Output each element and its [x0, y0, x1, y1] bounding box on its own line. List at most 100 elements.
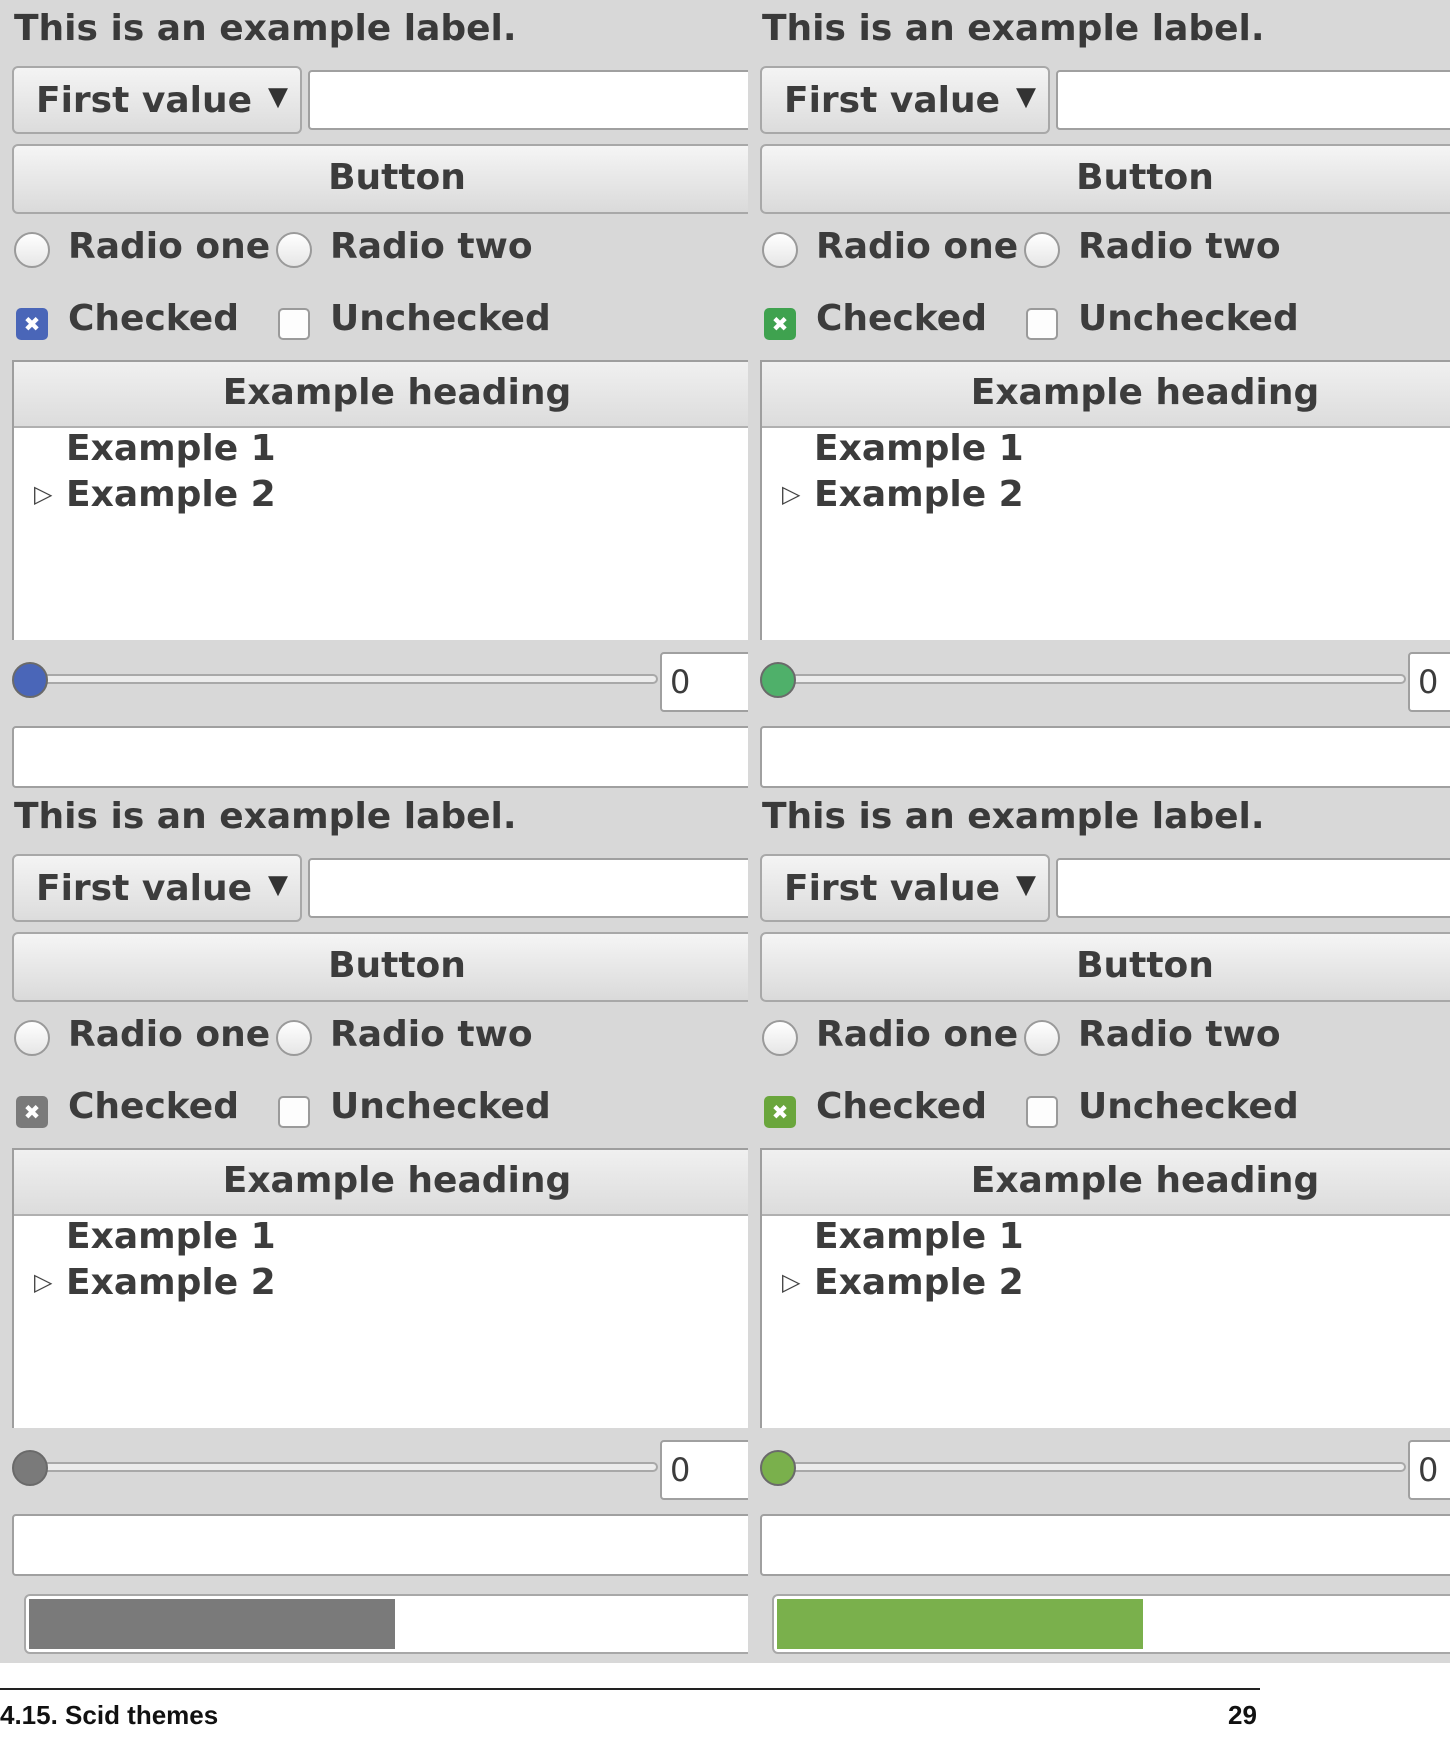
- example-button[interactable]: Button: [760, 932, 1450, 1002]
- text-entry[interactable]: [1056, 70, 1450, 130]
- radio-circle-icon: [762, 232, 798, 268]
- unchecked-label: Unchecked: [1078, 298, 1299, 339]
- combobox-value: First value: [36, 868, 252, 909]
- scale-track[interactable]: [30, 1462, 658, 1472]
- scale-track[interactable]: [778, 1462, 1406, 1472]
- scale-handle[interactable]: [760, 662, 796, 698]
- tree-item[interactable]: Example 1: [66, 1216, 276, 1257]
- example-button[interactable]: Button: [12, 932, 782, 1002]
- dropdown-arrow-icon: ▼: [268, 82, 288, 112]
- scale-handle[interactable]: [760, 1450, 796, 1486]
- expander-triangle-icon[interactable]: ▷: [34, 480, 52, 508]
- unchecked-label: Unchecked: [330, 1086, 551, 1127]
- checkbox-checked-icon: ✖: [764, 308, 796, 340]
- scale-handle[interactable]: [12, 1450, 48, 1486]
- radio-circle-icon: [14, 232, 50, 268]
- scale-handle[interactable]: [12, 662, 48, 698]
- checkbox-unchecked-icon: [278, 308, 310, 340]
- checkbox-checked-icon: ✖: [16, 308, 48, 340]
- unchecked-label: Unchecked: [1078, 1086, 1299, 1127]
- dropdown-arrow-icon: ▼: [1016, 82, 1036, 112]
- example-button[interactable]: Button: [760, 144, 1450, 214]
- combobox-value: First value: [784, 868, 1000, 909]
- tree-item[interactable]: Example 1: [814, 428, 1024, 469]
- tree-heading[interactable]: Example heading: [762, 1150, 1450, 1216]
- radio-one-label: Radio one: [816, 1014, 1019, 1055]
- tree-heading[interactable]: Example heading: [14, 1150, 780, 1216]
- theme-panel-olive: This is an example label. First value ▼ …: [748, 788, 1450, 1663]
- tree-heading[interactable]: Example heading: [14, 362, 780, 428]
- empty-combobox[interactable]: ▼: [12, 726, 782, 788]
- tree-item[interactable]: Example 2: [814, 1262, 1024, 1303]
- theme-panel-grey: This is an example label. First value ▼ …: [0, 788, 833, 1663]
- tree-item[interactable]: Example 2: [814, 474, 1024, 515]
- scale-track[interactable]: [30, 674, 658, 684]
- dropdown-arrow-icon: ▼: [268, 870, 288, 900]
- example-button[interactable]: Button: [12, 144, 782, 214]
- radio-two-label: Radio two: [1078, 1014, 1281, 1055]
- unchecked-label: Unchecked: [330, 298, 551, 339]
- example-label: This is an example label.: [762, 8, 1265, 49]
- checked-label: Checked: [68, 1086, 239, 1127]
- radio-two-label: Radio two: [1078, 226, 1281, 267]
- radio-one-label: Radio one: [816, 226, 1019, 267]
- expander-triangle-icon[interactable]: ▷: [34, 1268, 52, 1296]
- radio-circle-icon: [1024, 232, 1060, 268]
- radio-one-label: Radio one: [68, 226, 271, 267]
- checkbox-checked-icon: ✖: [16, 1096, 48, 1128]
- tree-item[interactable]: Example 1: [66, 428, 276, 469]
- example-label: This is an example label.: [762, 796, 1265, 837]
- tree-item[interactable]: Example 1: [814, 1216, 1024, 1257]
- empty-combobox[interactable]: ▼: [760, 1514, 1450, 1576]
- empty-combobox[interactable]: ▼: [12, 1514, 782, 1576]
- screenshot-viewport: This is an example label. First value ▼ …: [0, 0, 1450, 1749]
- expander-triangle-icon[interactable]: ▷: [782, 1268, 800, 1296]
- radio-circle-icon: [14, 1020, 50, 1056]
- empty-combobox[interactable]: ▼: [760, 726, 1450, 788]
- footer-section-title: 4.15. Scid themes: [0, 1700, 219, 1730]
- footer-rule: [0, 1688, 1260, 1690]
- tree-item[interactable]: Example 2: [66, 474, 276, 515]
- combobox-value: First value: [36, 80, 252, 121]
- value-combobox[interactable]: First value ▼: [12, 854, 302, 922]
- example-label: This is an example label.: [14, 796, 517, 837]
- value-combobox[interactable]: First value ▼: [760, 854, 1050, 922]
- checkbox-unchecked-icon: [278, 1096, 310, 1128]
- checkbox-unchecked-icon: [1026, 308, 1058, 340]
- expander-triangle-icon[interactable]: ▷: [782, 480, 800, 508]
- example-label: This is an example label.: [14, 8, 517, 49]
- tree-view: Example heading Example 1 ▷ Example 2: [12, 360, 782, 640]
- value-combobox[interactable]: First value ▼: [760, 66, 1050, 134]
- progress-bar: [772, 1594, 1450, 1654]
- tree-view: Example heading Example 1 ▷ Example 2: [12, 1148, 782, 1428]
- checked-label: Checked: [68, 298, 239, 339]
- scale-track[interactable]: [778, 674, 1406, 684]
- tree-view: Example heading Example 1 ▷ Example 2: [760, 1148, 1450, 1428]
- footer-page-number: 29: [1228, 1700, 1257, 1730]
- radio-circle-icon: [762, 1020, 798, 1056]
- tree-heading[interactable]: Example heading: [762, 362, 1450, 428]
- combobox-value: First value: [784, 80, 1000, 121]
- radio-circle-icon: [276, 1020, 312, 1056]
- text-entry[interactable]: [308, 70, 782, 130]
- spinbox[interactable]: 0: [1408, 652, 1450, 712]
- progress-fill: [777, 1599, 1143, 1649]
- spinbox[interactable]: 0: [1408, 1440, 1450, 1500]
- progress-fill: [29, 1599, 395, 1649]
- checked-label: Checked: [816, 298, 987, 339]
- text-entry[interactable]: [1056, 858, 1450, 918]
- radio-two-label: Radio two: [330, 1014, 533, 1055]
- text-entry[interactable]: [308, 858, 782, 918]
- theme-panel-green: This is an example label. First value ▼ …: [748, 0, 1450, 875]
- checkbox-unchecked-icon: [1026, 1096, 1058, 1128]
- radio-circle-icon: [1024, 1020, 1060, 1056]
- checkbox-checked-icon: ✖: [764, 1096, 796, 1128]
- value-combobox[interactable]: First value ▼: [12, 66, 302, 134]
- radio-one-label: Radio one: [68, 1014, 271, 1055]
- tree-item[interactable]: Example 2: [66, 1262, 276, 1303]
- radio-two-label: Radio two: [330, 226, 533, 267]
- radio-circle-icon: [276, 232, 312, 268]
- theme-panel-blue: This is an example label. First value ▼ …: [0, 0, 833, 875]
- checked-label: Checked: [816, 1086, 987, 1127]
- dropdown-arrow-icon: ▼: [1016, 870, 1036, 900]
